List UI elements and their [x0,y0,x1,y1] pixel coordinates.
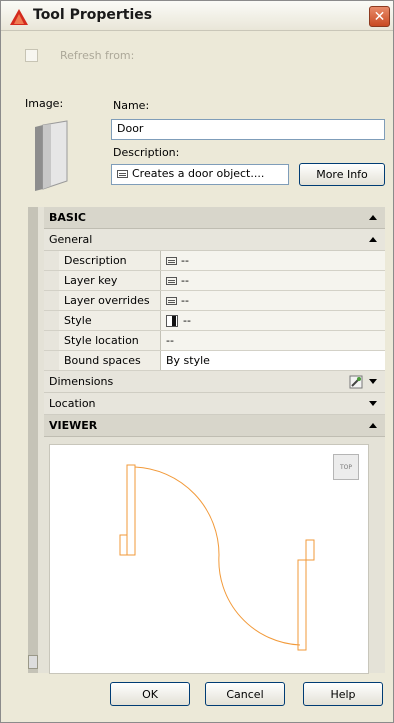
property-name: Description [59,251,161,270]
property-name: Style location [59,331,161,350]
refresh-row: Refresh from: [25,49,134,62]
more-info-label: More Info [316,168,368,181]
section-basic-label: BASIC [49,211,86,224]
property-palette: BASIC General Description -- Layer key -… [28,207,385,674]
property-value[interactable]: -- [161,331,385,350]
expand-arrow-icon[interactable] [369,379,377,384]
ok-button[interactable]: OK [110,682,190,706]
cancel-label: Cancel [226,687,264,701]
property-row-style-location[interactable]: Style location -- [44,331,385,351]
property-value-text: -- [183,314,191,327]
property-row-bound-spaces[interactable]: Bound spaces By style [44,351,385,371]
property-value[interactable]: -- [161,271,385,290]
property-value[interactable]: -- [161,251,385,270]
cancel-button[interactable]: Cancel [205,682,285,706]
property-value-text: -- [181,294,189,307]
description-icon [166,257,177,265]
door-plan-drawing [119,464,315,651]
collapse-arrow-icon[interactable] [369,423,377,428]
property-name: Style [59,311,161,330]
property-row-layer-key[interactable]: Layer key -- [44,271,385,291]
viewer-canvas[interactable]: TOP [49,444,369,674]
name-input[interactable]: Door [111,119,385,140]
door-preview-image[interactable] [31,119,71,193]
close-button[interactable]: ✕ [369,6,390,27]
description-icon [117,170,128,178]
property-value[interactable]: By style [161,351,385,370]
section-basic[interactable]: BASIC [44,207,385,229]
wrench-icon[interactable] [349,375,363,389]
property-name: Bound spaces [59,351,161,370]
collapse-arrow-icon[interactable] [369,215,377,220]
title-bar[interactable]: Tool Properties ✕ [1,1,393,31]
image-label: Image: [25,97,64,110]
more-info-button[interactable]: More Info [299,163,385,186]
collapse-arrow-icon[interactable] [369,237,377,242]
property-value-text: -- [181,274,189,287]
app-icon [10,9,28,25]
property-row-description[interactable]: Description -- [44,251,385,271]
property-row-style[interactable]: Style -- [44,311,385,331]
help-label: Help [330,687,356,701]
ok-label: OK [142,687,158,701]
category-general-label: General [49,233,93,246]
refresh-checkbox[interactable] [25,49,38,62]
description-label: Description: [113,146,180,159]
category-location-label: Location [49,397,96,410]
category-general[interactable]: General [44,229,385,251]
section-viewer-label: VIEWER [49,419,98,432]
property-name: Layer key [59,271,161,290]
category-dimensions-label: Dimensions [49,375,114,388]
category-location[interactable]: Location [44,393,385,415]
scroll-thumb[interactable] [28,655,38,669]
description-value: Creates a door object.... [132,167,265,180]
refresh-label: Refresh from: [60,49,135,62]
property-name: Layer overrides [59,291,161,310]
style-swatch-icon [166,315,178,327]
window-title: Tool Properties [33,7,153,23]
palette-scrollbar[interactable] [28,207,38,673]
category-dimensions[interactable]: Dimensions [44,371,385,393]
description-icon [166,297,177,305]
property-row-layer-overrides[interactable]: Layer overrides -- [44,291,385,311]
property-value-text: -- [181,254,189,267]
section-viewer[interactable]: VIEWER [44,415,385,437]
property-value[interactable]: -- [161,311,385,330]
property-panel: BASIC General Description -- Layer key -… [44,207,385,437]
name-label: Name: [113,99,150,112]
tool-properties-window: Tool Properties ✕ Refresh from: Image: N… [0,0,394,723]
property-value[interactable]: -- [161,291,385,310]
name-value: Door [117,122,144,135]
description-field[interactable]: Creates a door object.... [111,164,289,185]
expand-arrow-icon[interactable] [369,401,377,406]
description-icon [166,277,177,285]
help-button[interactable]: Help [303,682,383,706]
viewcube[interactable]: TOP [333,454,359,480]
